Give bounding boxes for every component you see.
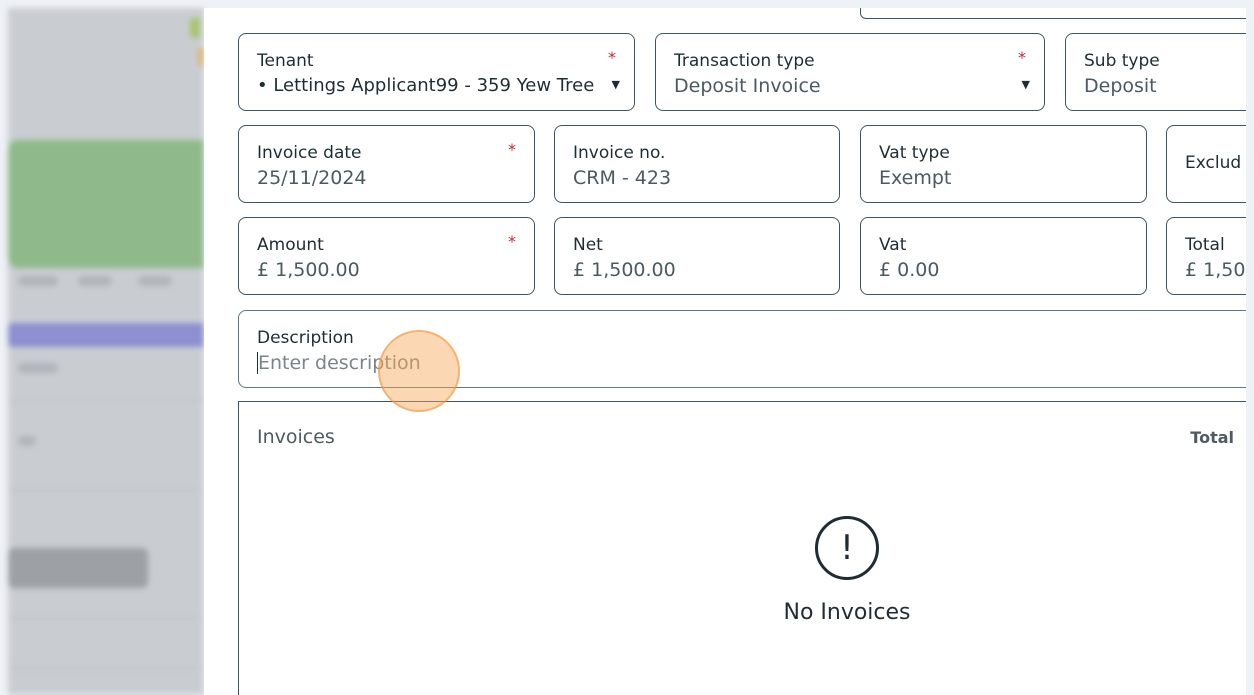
net-value: £ 1,500.00 — [573, 259, 676, 281]
tenant-value: • Lettings Applicant99 - 359 Yew Tree C — [257, 75, 597, 96]
background-divider — [8, 668, 204, 669]
total-label: Total — [1185, 235, 1225, 255]
transaction-type-select[interactable]: Transaction type Deposit Invoice * ▼ — [655, 33, 1045, 111]
background-divider — [8, 400, 204, 401]
transaction-type-value: Deposit Invoice — [674, 75, 821, 97]
exclude-toggle[interactable]: Exclud — [1166, 125, 1246, 203]
background-text — [138, 276, 172, 286]
required-marker: * — [508, 140, 516, 159]
amount-field[interactable]: Amount £ 1,500.00 * — [238, 217, 535, 295]
sub-type-select[interactable]: Sub type Deposit — [1065, 33, 1246, 111]
background-heading — [8, 548, 148, 588]
invoice-form-panel: Tenant • Lettings Applicant99 - 359 Yew … — [204, 8, 1246, 695]
total-field[interactable]: Total £ 1,50 — [1166, 217, 1246, 295]
click-indicator — [378, 330, 460, 412]
net-field[interactable]: Net £ 1,500.00 — [554, 217, 840, 295]
transaction-type-label: Transaction type — [674, 51, 815, 71]
background-divider — [8, 490, 204, 491]
invoice-no-label: Invoice no. — [573, 143, 666, 163]
sub-type-value: Deposit — [1084, 75, 1157, 97]
sub-type-label: Sub type — [1084, 51, 1160, 71]
vat-field[interactable]: Vat £ 0.00 — [860, 217, 1147, 295]
required-marker: * — [508, 232, 516, 251]
exclamation-circle-icon: ! — [815, 516, 879, 580]
required-marker: * — [1018, 48, 1026, 67]
empty-state-message: No Invoices — [783, 600, 911, 625]
tenant-select[interactable]: Tenant • Lettings Applicant99 - 359 Yew … — [238, 33, 635, 111]
background-card — [8, 140, 204, 268]
chevron-down-icon[interactable]: ▼ — [1022, 78, 1030, 91]
required-marker: * — [608, 48, 616, 67]
amount-label: Amount — [257, 235, 324, 255]
invoice-no-field[interactable]: Invoice no. CRM - 423 — [554, 125, 840, 203]
total-value: £ 1,50 — [1185, 259, 1246, 281]
exclude-label: Exclud — [1185, 153, 1242, 173]
vat-type-label: Vat type — [879, 143, 950, 163]
background-text — [78, 276, 112, 286]
net-label: Net — [573, 235, 603, 255]
window-edge — [1246, 0, 1254, 695]
amount-value: £ 1,500.00 — [257, 259, 360, 281]
invoice-no-value: CRM - 423 — [573, 167, 672, 189]
background-divider — [8, 618, 204, 619]
vat-type-value: Exempt — [879, 167, 952, 189]
invoice-date-label: Invoice date — [257, 143, 362, 163]
chevron-down-icon[interactable]: ▼ — [612, 78, 620, 91]
background-text — [18, 363, 58, 373]
vat-value: £ 0.00 — [879, 259, 940, 281]
vat-type-field[interactable]: Vat type Exempt — [860, 125, 1147, 203]
background-text — [18, 276, 58, 286]
invoice-date-field[interactable]: Invoice date 25/11/2024 * — [238, 125, 535, 203]
vat-label: Vat — [879, 235, 907, 255]
background-text — [18, 436, 36, 446]
invoices-title: Invoices — [257, 426, 335, 448]
invoices-total-header: Total — [1190, 428, 1234, 447]
background-badge — [190, 18, 200, 38]
background-link — [8, 323, 204, 347]
invoices-section: Invoices Total ! No Invoices — [238, 401, 1246, 695]
background-page — [8, 8, 204, 695]
tenant-label: Tenant — [257, 51, 314, 71]
invoice-date-value: 25/11/2024 — [257, 167, 367, 189]
previous-field — [860, 8, 1246, 19]
